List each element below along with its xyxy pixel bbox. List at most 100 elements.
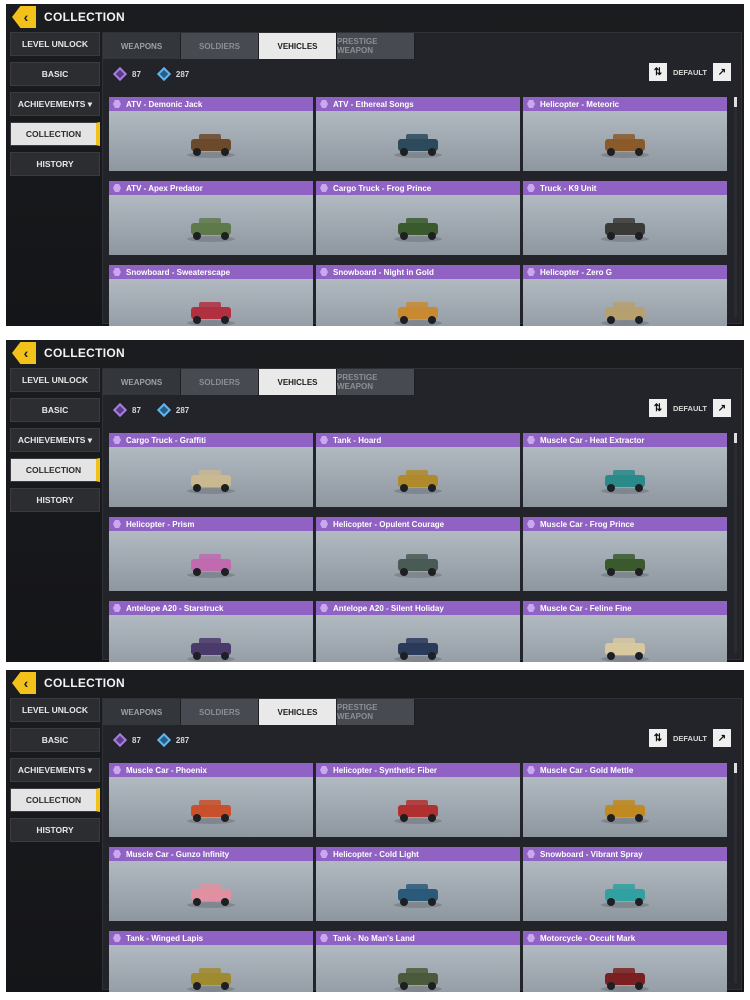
rarity-hex-icon bbox=[113, 268, 121, 276]
tab-weapons[interactable]: WEAPONS bbox=[103, 33, 181, 59]
vehicle-card[interactable]: Helicopter - Synthetic Fiber bbox=[316, 763, 520, 837]
share-icon[interactable]: ↗ bbox=[713, 63, 731, 81]
vehicle-card[interactable]: Snowboard - Vibrant Spray bbox=[523, 847, 727, 921]
scrollbar-thumb[interactable] bbox=[734, 97, 737, 107]
rarity-hex-icon bbox=[527, 436, 535, 444]
vehicle-card[interactable]: Muscle Car - Gold Mettle bbox=[523, 763, 727, 837]
vehicle-card[interactable]: ATV - Demonic Jack bbox=[109, 97, 313, 171]
tab-vehicles[interactable]: VEHICLES bbox=[259, 699, 337, 725]
sort-label[interactable]: DEFAULT bbox=[673, 68, 707, 77]
tab-vehicles[interactable]: VEHICLES bbox=[259, 33, 337, 59]
sidebar-item-achievements[interactable]: ACHIEVEMENTS ▾ bbox=[10, 428, 100, 452]
sidebar-item-history[interactable]: HISTORY bbox=[10, 488, 100, 512]
scrollbar-thumb[interactable] bbox=[734, 763, 737, 773]
vehicle-name: Truck - K9 Unit bbox=[540, 183, 597, 193]
tab-vehicles[interactable]: VEHICLES bbox=[259, 369, 337, 395]
sidebar-item-basic[interactable]: BASIC bbox=[10, 62, 100, 86]
tab-prestige-weapon[interactable]: PRESTIGE WEAPON bbox=[337, 699, 415, 725]
sidebar-item-basic[interactable]: BASIC bbox=[10, 398, 100, 422]
vehicle-card[interactable]: Muscle Car - Heat Extractor bbox=[523, 433, 727, 507]
back-arrow-icon[interactable]: ‹ bbox=[12, 6, 36, 28]
currency-stats: 87 287 bbox=[112, 731, 207, 749]
back-arrow-icon[interactable]: ‹ bbox=[12, 342, 36, 364]
vehicle-card[interactable]: Tank - No Man's Land bbox=[316, 931, 520, 992]
rarity-hex-icon bbox=[320, 934, 328, 942]
tab-weapons[interactable]: WEAPONS bbox=[103, 369, 181, 395]
vehicle-card[interactable]: Muscle Car - Phoenix bbox=[109, 763, 313, 837]
tab-soldiers[interactable]: SOLDIERS bbox=[181, 33, 259, 59]
rarity-hex-icon bbox=[527, 934, 535, 942]
rarity-hex-icon bbox=[113, 766, 121, 774]
vehicle-card[interactable]: Motorcycle - Occult Mark bbox=[523, 931, 727, 992]
sidebar-item-level-unlock[interactable]: LEVEL UNLOCK bbox=[10, 698, 100, 722]
vehicle-card[interactable]: Helicopter - Prism bbox=[109, 517, 313, 591]
share-icon[interactable]: ↗ bbox=[713, 399, 731, 417]
sidebar-item-level-unlock[interactable]: LEVEL UNLOCK bbox=[10, 32, 100, 56]
page-title: COLLECTION bbox=[44, 10, 125, 24]
scrollbar[interactable] bbox=[734, 763, 737, 983]
sidebar-item-collection[interactable]: COLLECTION bbox=[10, 458, 100, 482]
sidebar-item-level-unlock[interactable]: LEVEL UNLOCK bbox=[10, 368, 100, 392]
sidebar: LEVEL UNLOCK BASIC ACHIEVEMENTS ▾ COLLEC… bbox=[10, 32, 100, 182]
rarity-hex-icon bbox=[113, 100, 121, 108]
vehicle-card[interactable]: Truck - K9 Unit bbox=[523, 181, 727, 255]
vehicle-image bbox=[601, 800, 649, 824]
header: ‹ COLLECTION bbox=[6, 4, 744, 30]
vehicle-card[interactable]: Muscle Car - Gunzo Infinity bbox=[109, 847, 313, 921]
vehicle-card[interactable]: Antelope A20 - Starstruck bbox=[109, 601, 313, 662]
share-icon[interactable]: ↗ bbox=[713, 729, 731, 747]
vehicle-card[interactable]: Antelope A20 - Silent Holiday bbox=[316, 601, 520, 662]
scrollbar[interactable] bbox=[734, 433, 737, 653]
vehicle-card[interactable]: Tank - Winged Lapis bbox=[109, 931, 313, 992]
card-header: ATV - Apex Predator bbox=[109, 181, 313, 195]
vehicle-card[interactable]: Helicopter - Meteoric bbox=[523, 97, 727, 171]
vehicle-name: Tank - Winged Lapis bbox=[126, 933, 204, 943]
category-tabs: WEAPONS SOLDIERS VEHICLES PRESTIGE WEAPO… bbox=[103, 699, 415, 725]
vehicle-image bbox=[394, 218, 442, 242]
tab-prestige-weapon[interactable]: PRESTIGE WEAPON bbox=[337, 369, 415, 395]
sort-label[interactable]: DEFAULT bbox=[673, 734, 707, 743]
tab-weapons[interactable]: WEAPONS bbox=[103, 699, 181, 725]
vehicle-image bbox=[394, 884, 442, 908]
vehicle-image bbox=[187, 470, 235, 494]
tab-soldiers[interactable]: SOLDIERS bbox=[181, 369, 259, 395]
scrollbar-thumb[interactable] bbox=[734, 433, 737, 443]
tab-soldiers[interactable]: SOLDIERS bbox=[181, 699, 259, 725]
card-header: Helicopter - Zero G bbox=[523, 265, 727, 279]
vehicle-image bbox=[601, 554, 649, 578]
vehicle-card[interactable]: ATV - Apex Predator bbox=[109, 181, 313, 255]
vehicle-card[interactable]: ATV - Ethereal Songs bbox=[316, 97, 520, 171]
vehicle-card[interactable]: Tank - Hoard bbox=[316, 433, 520, 507]
sort-label[interactable]: DEFAULT bbox=[673, 404, 707, 413]
vehicle-card[interactable]: Helicopter - Zero G bbox=[523, 265, 727, 326]
card-header: Muscle Car - Phoenix bbox=[109, 763, 313, 777]
sort-icon[interactable]: ⇅ bbox=[648, 729, 667, 747]
vehicle-card[interactable]: Snowboard - Sweaterscape bbox=[109, 265, 313, 326]
sidebar-item-basic[interactable]: BASIC bbox=[10, 728, 100, 752]
rarity-hex-icon bbox=[113, 436, 121, 444]
tab-prestige-weapon[interactable]: PRESTIGE WEAPON bbox=[337, 33, 415, 59]
sidebar-item-history[interactable]: HISTORY bbox=[10, 818, 100, 842]
vehicle-card[interactable]: Snowboard - Night in Gold bbox=[316, 265, 520, 326]
vehicle-name: ATV - Ethereal Songs bbox=[333, 99, 414, 109]
vehicle-card[interactable]: Helicopter - Cold Light bbox=[316, 847, 520, 921]
scrollbar[interactable] bbox=[734, 97, 737, 317]
vehicle-card[interactable]: Helicopter - Opulent Courage bbox=[316, 517, 520, 591]
vehicle-card[interactable]: Cargo Truck - Frog Prince bbox=[316, 181, 520, 255]
card-header: ATV - Demonic Jack bbox=[109, 97, 313, 111]
vehicle-card[interactable]: Muscle Car - Feline Fine bbox=[523, 601, 727, 662]
sort-icon[interactable]: ⇅ bbox=[648, 399, 667, 417]
sort-icon[interactable]: ⇅ bbox=[648, 63, 667, 81]
vehicle-card[interactable]: Cargo Truck - Graffiti bbox=[109, 433, 313, 507]
vehicle-card[interactable]: Muscle Car - Frog Prince bbox=[523, 517, 727, 591]
sidebar-item-collection[interactable]: COLLECTION bbox=[10, 788, 100, 812]
sidebar-item-collection[interactable]: COLLECTION bbox=[10, 122, 100, 146]
rarity-hex-icon bbox=[527, 850, 535, 858]
card-header: Helicopter - Meteoric bbox=[523, 97, 727, 111]
sidebar-item-history[interactable]: HISTORY bbox=[10, 152, 100, 176]
collection-panel-1: ‹ COLLECTION LEVEL UNLOCK BASIC ACHIEVEM… bbox=[6, 4, 744, 326]
back-arrow-icon[interactable]: ‹ bbox=[12, 672, 36, 694]
card-header: Muscle Car - Frog Prince bbox=[523, 517, 727, 531]
sidebar-item-achievements[interactable]: ACHIEVEMENTS ▾ bbox=[10, 92, 100, 116]
sidebar-item-achievements[interactable]: ACHIEVEMENTS ▾ bbox=[10, 758, 100, 782]
